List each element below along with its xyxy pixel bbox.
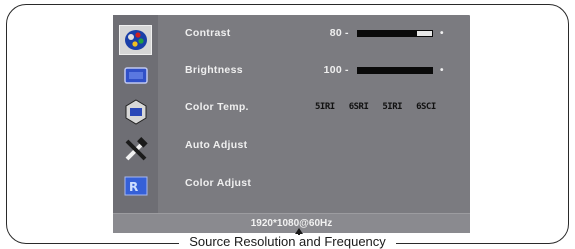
color-adjust-row[interactable]: Color Adjust: [165, 174, 470, 192]
screen-icon[interactable]: [119, 61, 152, 91]
osd-sidebar: R: [113, 15, 158, 213]
brightness-value: 100: [323, 64, 342, 76]
color-temp-option[interactable]: 6SCI: [416, 102, 436, 112]
contrast-decrease[interactable]: -: [345, 27, 349, 39]
caption-label: Source Resolution and Frequency: [179, 235, 396, 249]
brightness-increase[interactable]: •: [440, 65, 444, 76]
color-temp-option[interactable]: 6SRI: [349, 102, 369, 112]
osd-menu: R Contrast 80 - • Brightness 100 - • Col…: [113, 15, 470, 233]
brightness-row[interactable]: Brightness 100 - •: [165, 61, 470, 79]
reset-icon[interactable]: R: [119, 171, 152, 201]
brightness-decrease[interactable]: -: [345, 64, 349, 76]
contrast-label: Contrast: [185, 27, 231, 39]
contrast-slider[interactable]: [357, 29, 433, 37]
auto-adjust-row[interactable]: Auto Adjust: [165, 136, 470, 154]
svg-text:R: R: [129, 180, 138, 194]
tools-icon[interactable]: [119, 135, 152, 165]
brightness-slider[interactable]: [357, 66, 433, 74]
color-temp-options: 5IRI 6SRI 5IRI 6SCI: [315, 102, 436, 112]
resolution-status: 1920*1080@60Hz: [113, 213, 470, 233]
color-temp-option[interactable]: 5IRI: [315, 102, 335, 112]
caption-wrapper: Source Resolution and Frequency: [0, 235, 575, 249]
contrast-increase[interactable]: •: [440, 28, 444, 39]
osd-settings-icon[interactable]: [119, 97, 152, 127]
brightness-label: Brightness: [185, 64, 243, 76]
color-temp-row[interactable]: Color Temp. 5IRI 6SRI 5IRI 6SCI: [165, 98, 470, 116]
color-temp-option[interactable]: 5IRI: [382, 102, 402, 112]
color-temp-label: Color Temp.: [185, 101, 249, 113]
color-adjust-label: Color Adjust: [185, 177, 252, 189]
contrast-slider-remaining: [417, 30, 432, 36]
auto-adjust-label: Auto Adjust: [185, 139, 248, 151]
contrast-row[interactable]: Contrast 80 - •: [165, 24, 470, 42]
osd-settings-panel: Contrast 80 - • Brightness 100 - • Color…: [165, 15, 470, 213]
contrast-value: 80: [329, 27, 342, 39]
picture-icon[interactable]: [119, 25, 152, 55]
